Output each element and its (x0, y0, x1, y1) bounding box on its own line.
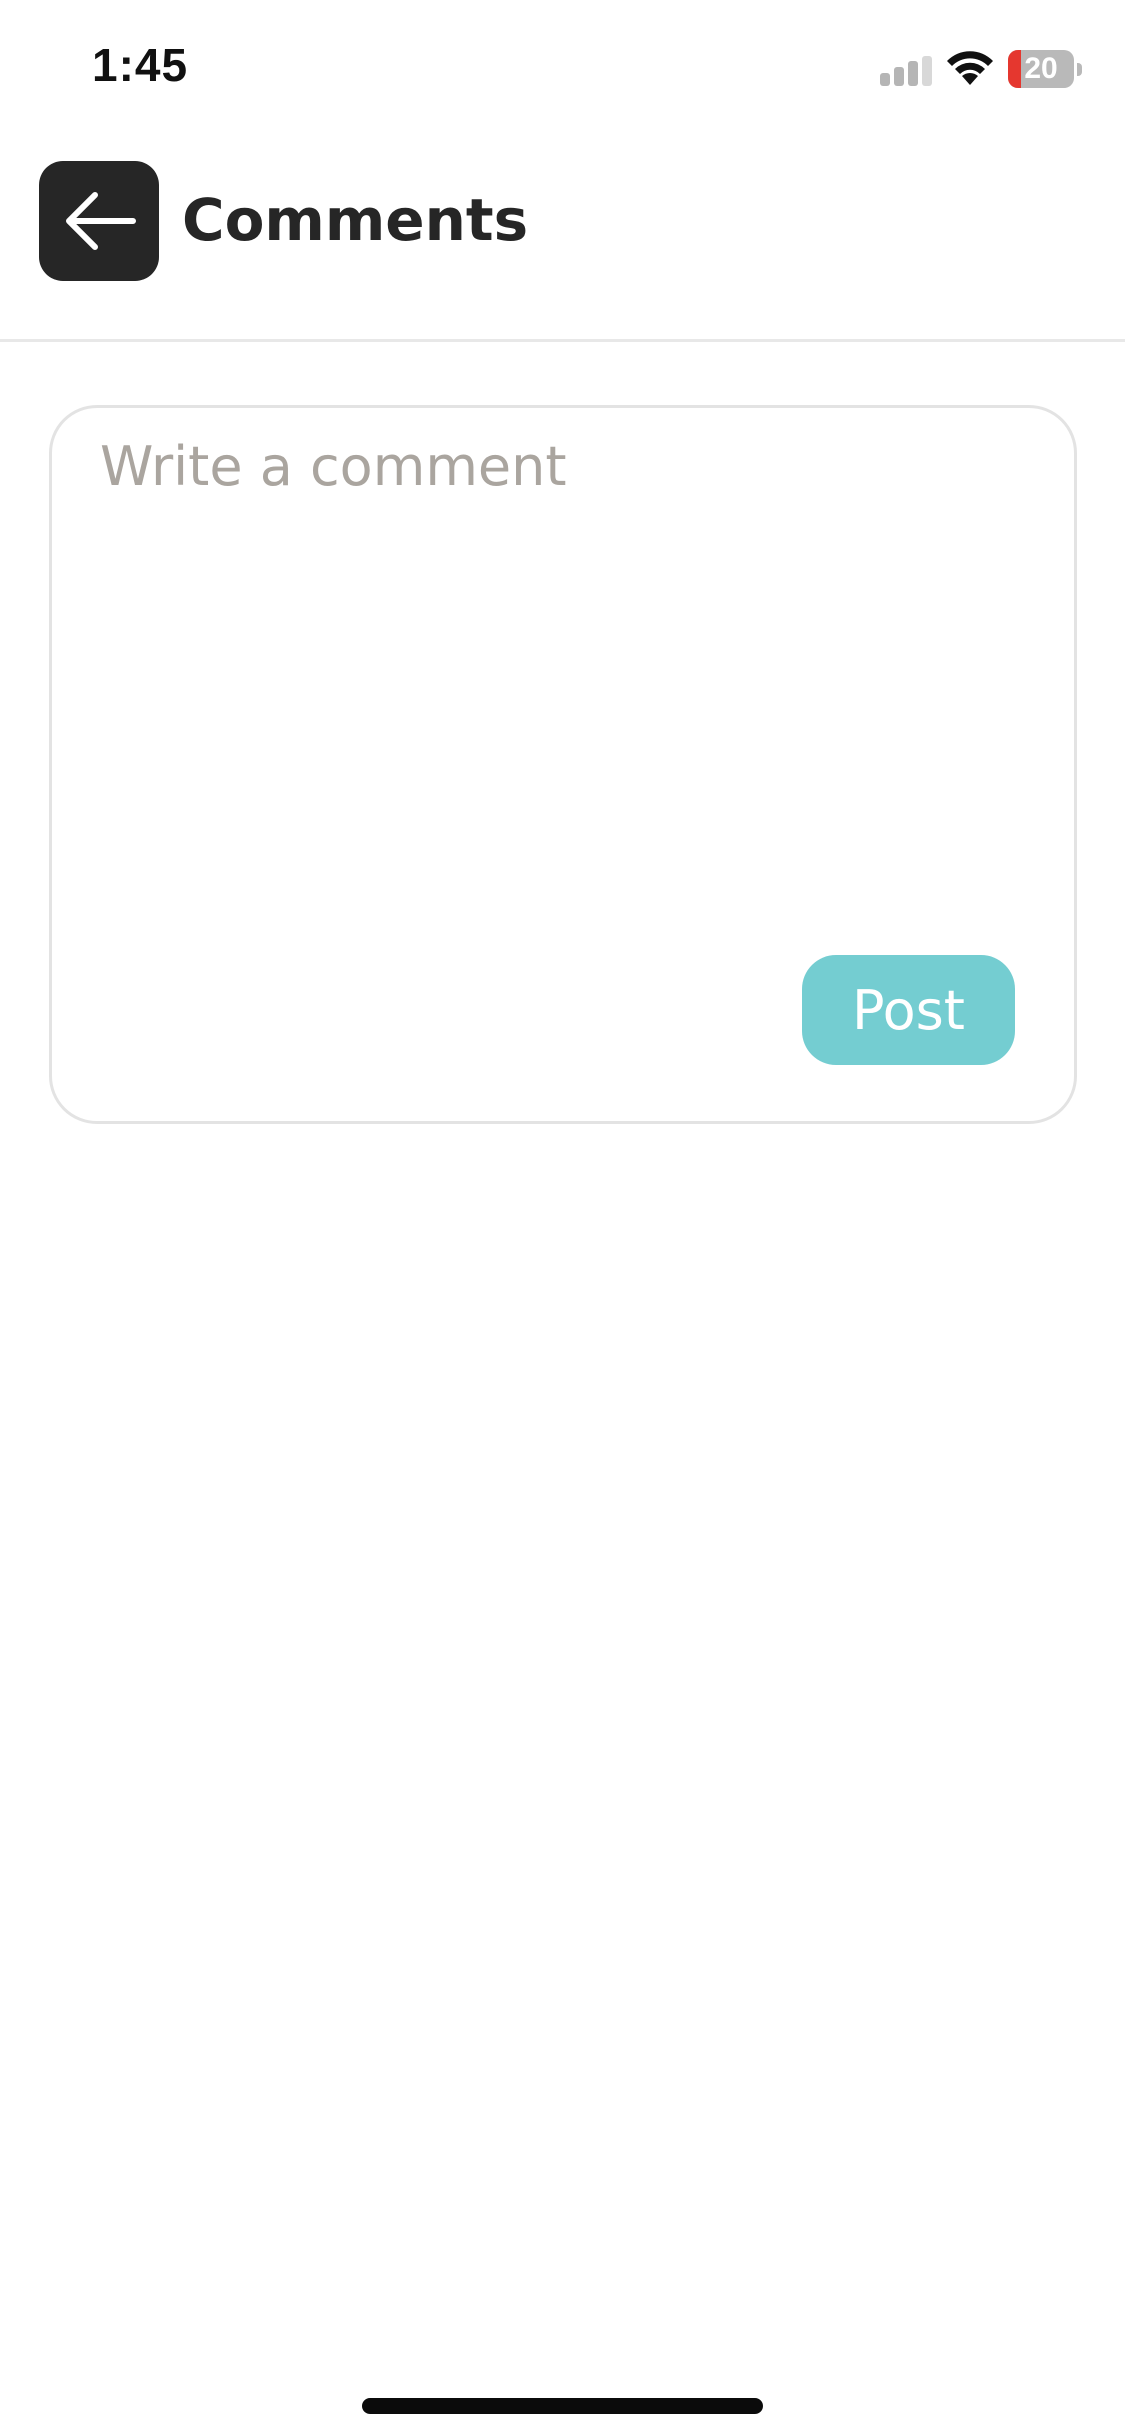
header: Comments (0, 140, 1125, 342)
status-bar: 1:45 20 (0, 0, 1125, 140)
comment-form: Post (49, 405, 1077, 1124)
battery-level: 20 (1024, 52, 1058, 85)
comments-screen: 1:45 20 Comments Write a comment Post (0, 0, 1125, 2436)
comment-input[interactable] (100, 432, 1030, 912)
wifi-icon (947, 51, 993, 85)
battery-icon: 20 (1008, 50, 1083, 88)
post-button[interactable]: Post (802, 955, 1015, 1065)
cellular-signal-icon (880, 56, 932, 86)
status-time: 1:45 (92, 39, 189, 91)
home-indicator[interactable] (362, 2398, 763, 2414)
page-title: Comments (182, 186, 529, 254)
back-button[interactable] (39, 161, 159, 281)
arrow-left-icon (66, 192, 136, 250)
